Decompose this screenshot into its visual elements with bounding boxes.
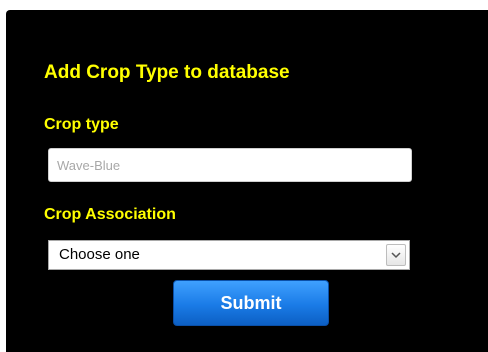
select-dropdown-button[interactable] — [386, 244, 406, 266]
crop-type-input[interactable] — [48, 148, 412, 182]
crop-association-select[interactable]: Choose one — [48, 240, 410, 270]
crop-association-label: Crop Association — [44, 206, 176, 223]
chevron-down-icon — [391, 252, 401, 259]
submit-button[interactable]: Submit — [173, 280, 329, 326]
crop-type-label: Crop type — [44, 116, 119, 133]
form-title: Add Crop Type to database — [44, 62, 290, 83]
crop-association-selected-value: Choose one — [59, 246, 140, 263]
